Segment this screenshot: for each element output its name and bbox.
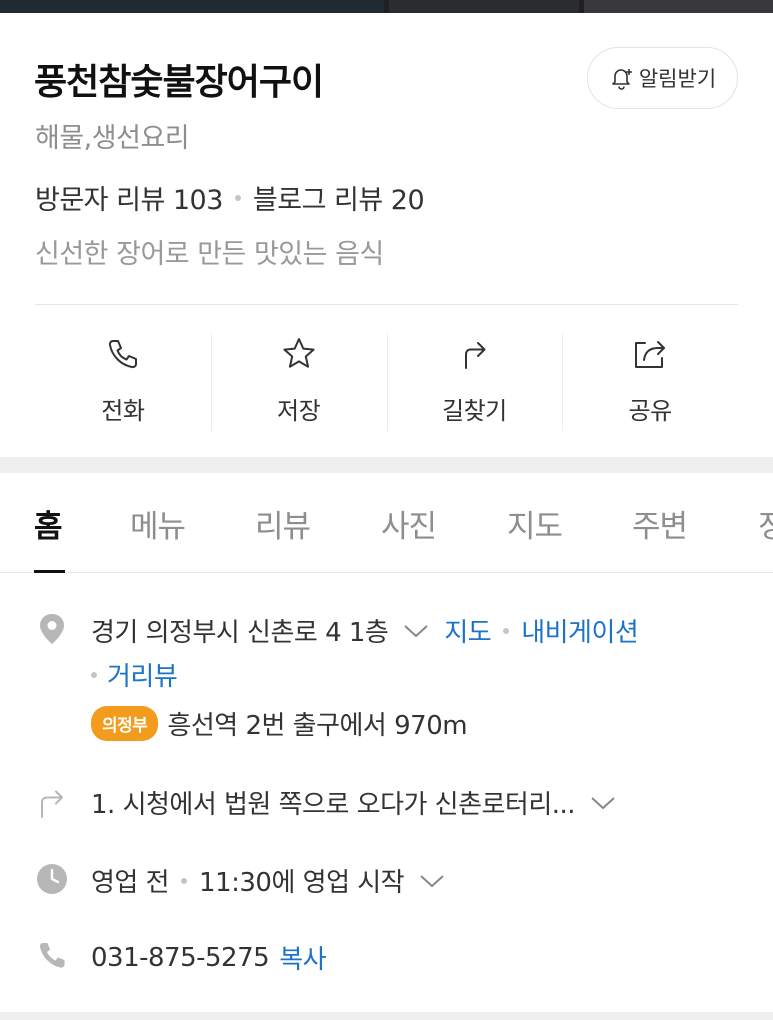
save-button[interactable]: 저장 [210, 331, 387, 431]
tab-photo[interactable]: 사진 [381, 501, 437, 546]
info-section: 경기 의정부시 신촌로 4 1층 지도 내비게이션 거리뷰 의정부 흥선역 2번… [0, 574, 773, 1014]
subway-line-badge: 의정부 [91, 706, 159, 741]
tab-nearby[interactable]: 주변 [632, 501, 688, 546]
clock-icon [37, 864, 67, 894]
call-label: 전화 [101, 397, 145, 425]
tab-review[interactable]: 리뷰 [255, 501, 311, 546]
separator-dot [91, 671, 97, 678]
map-link[interactable]: 지도 [444, 612, 491, 649]
copy-button[interactable]: 복사 [279, 939, 326, 976]
notify-button[interactable]: 알림받기 [587, 47, 738, 109]
directions-icon [465, 342, 486, 369]
share-button[interactable]: 공유 [562, 331, 738, 431]
share-icon [635, 341, 666, 368]
divider [35, 304, 738, 305]
directions-button[interactable]: 길찾기 [386, 331, 563, 431]
visitor-review-link[interactable]: 방문자 리뷰 103 [35, 178, 223, 217]
chevron-down-icon[interactable] [402, 622, 430, 640]
tab-bar: 홈 메뉴 리뷰 사진 지도 주변 정 [0, 473, 773, 573]
separator-dot [503, 627, 510, 634]
place-category: 해물,생선요리 [35, 123, 190, 154]
tab-home[interactable]: 홈 [34, 501, 63, 546]
phone-icon [39, 943, 65, 968]
chevron-down-icon[interactable] [418, 872, 446, 890]
notify-label: 알림받기 [638, 67, 717, 91]
photo-strip[interactable] [0, 0, 773, 13]
tab-map[interactable]: 지도 [507, 501, 563, 546]
tab-menu[interactable]: 메뉴 [130, 501, 186, 546]
blog-review-link[interactable]: 블로그 리뷰 20 [253, 178, 425, 217]
directions-label: 길찾기 [442, 397, 507, 425]
hours-text: 11:30에 영업 시작 [199, 868, 405, 898]
chevron-down-icon[interactable] [589, 794, 617, 812]
place-header: 풍천참숯불장어구이 알림받기 해물,생선요리 방문자 리뷰 103 블로그 리뷰… [0, 13, 773, 457]
bell-plus-icon [612, 69, 632, 90]
turn-arrow-icon [41, 790, 63, 818]
phone-icon [108, 340, 137, 369]
active-tab-indicator [34, 570, 65, 573]
hours-row[interactable]: 영업 전 11:30에 영업 시작 [91, 862, 446, 899]
phone-number[interactable]: 031-875-5275 [91, 943, 270, 973]
separator-dot [234, 194, 241, 201]
place-title: 풍천참숯불장어구이 [34, 62, 324, 103]
address-text: 경기 의정부시 신촌로 4 1층 [91, 618, 389, 648]
star-icon [283, 338, 315, 368]
address-row-2: 거리뷰 [91, 656, 178, 693]
phone-row: 031-875-5275 복사 [91, 939, 327, 976]
location-pin-icon [40, 614, 64, 644]
photo-thumbnail[interactable] [0, 0, 384, 13]
business-status: 영업 전 [91, 868, 170, 898]
action-bar: 전화 저장 길찾기 공유 [35, 331, 738, 431]
subway-text: 흥선역 2번 출구에서 970m [167, 711, 468, 741]
share-label: 공유 [628, 397, 673, 425]
tab-more[interactable]: 정 [758, 501, 773, 546]
address-row: 경기 의정부시 신촌로 4 1층 지도 내비게이션 [91, 612, 639, 649]
save-label: 저장 [277, 397, 321, 425]
subway-info: 의정부 흥선역 2번 출구에서 970m [91, 705, 468, 742]
section-gap [0, 1012, 773, 1020]
photo-thumbnail[interactable] [389, 0, 579, 13]
photo-thumbnail[interactable] [584, 0, 773, 13]
streetview-link[interactable]: 거리뷰 [107, 656, 178, 693]
review-summary: 방문자 리뷰 103 블로그 리뷰 20 [35, 178, 425, 217]
place-tagline: 신선한 장어로 만든 맛있는 음식 [35, 239, 384, 270]
navigation-link[interactable]: 내비게이션 [521, 612, 639, 649]
directions-row[interactable]: 1. 시청에서 법원 쪽으로 오다가 신촌로터리... [91, 784, 617, 821]
section-gap [0, 457, 773, 473]
separator-dot [181, 877, 188, 884]
call-button[interactable]: 전화 [35, 331, 211, 431]
directions-text: 1. 시청에서 법원 쪽으로 오다가 신촌로터리... [91, 790, 576, 820]
